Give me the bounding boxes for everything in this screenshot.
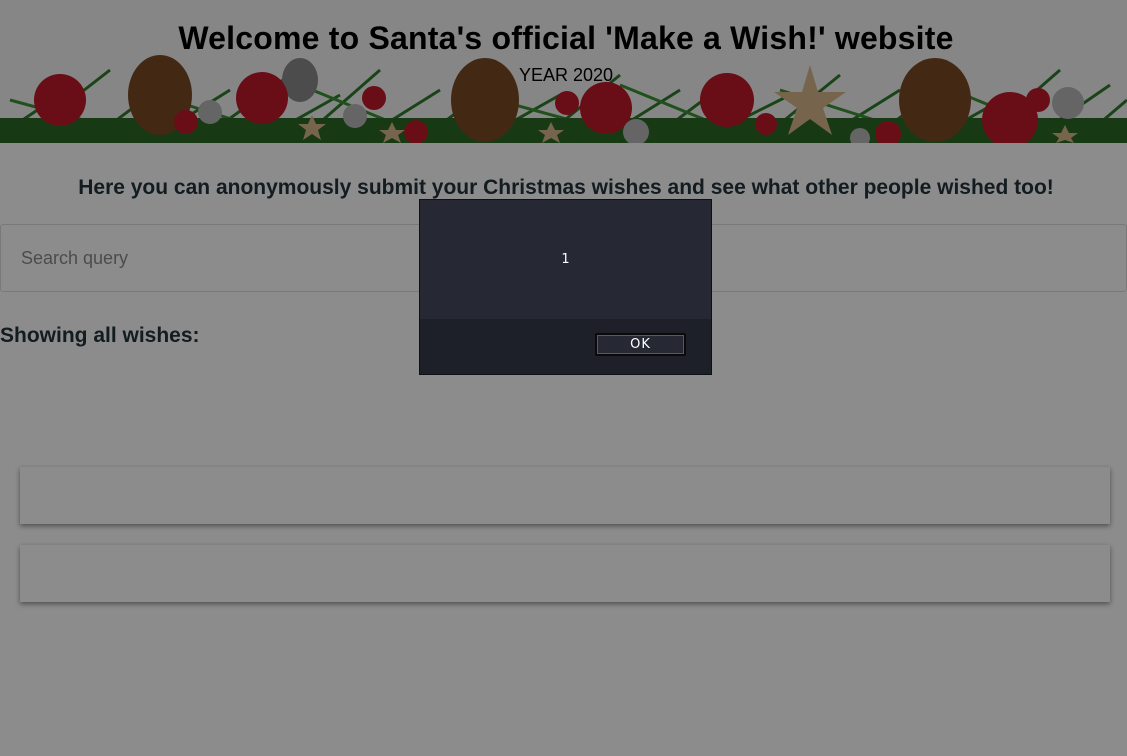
page: Welcome to Santa's official 'Make a Wish…: [0, 0, 1127, 756]
alert-message: 1: [561, 252, 570, 267]
modal-overlay: [0, 0, 1127, 756]
alert-body: 1: [420, 200, 711, 319]
alert-dialog: 1 OK: [419, 199, 712, 375]
ok-button[interactable]: OK: [595, 333, 686, 356]
alert-footer: OK: [420, 319, 711, 374]
